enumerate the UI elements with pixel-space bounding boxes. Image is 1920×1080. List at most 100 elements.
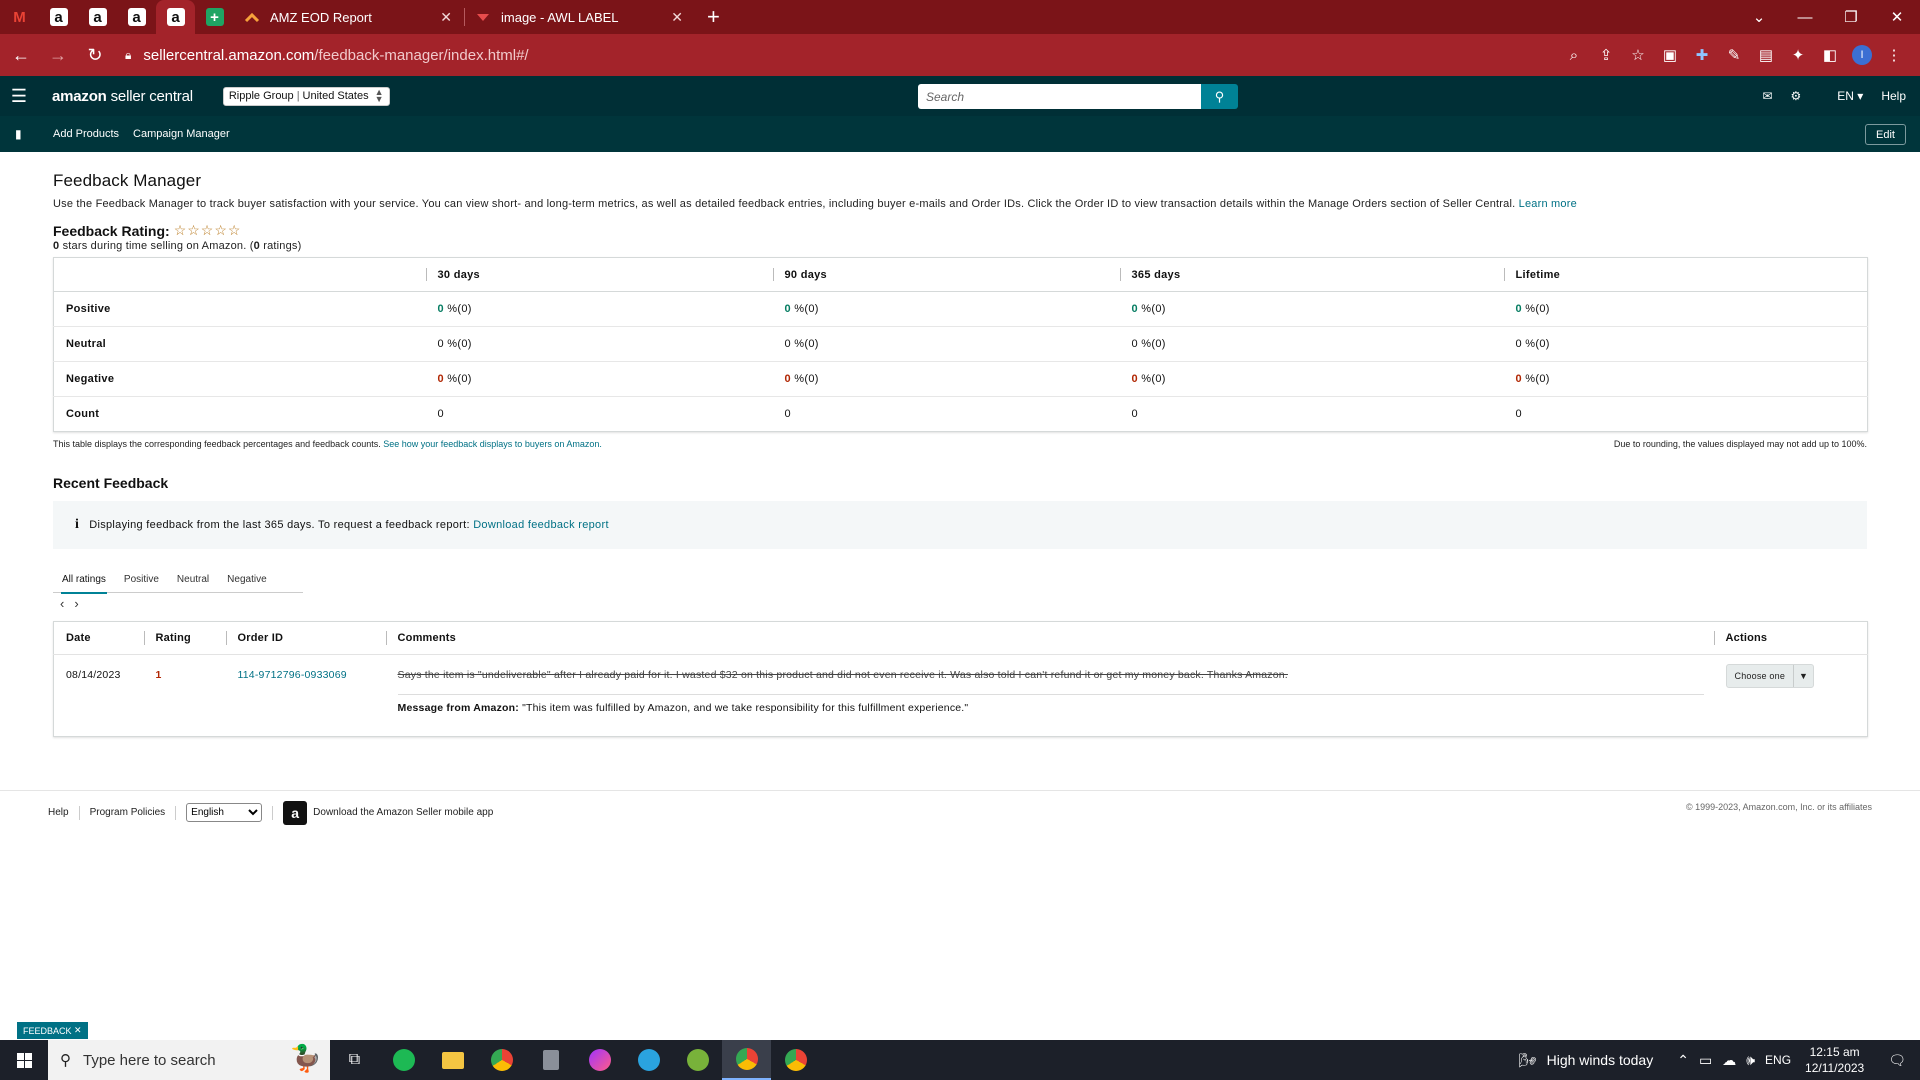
pinned-tab-amazon-active[interactable]: a bbox=[156, 0, 195, 34]
weather-text[interactable]: High winds today bbox=[1547, 1052, 1654, 1068]
chevron-right-icon[interactable]: › bbox=[74, 596, 88, 611]
taskbar-spotify[interactable] bbox=[379, 1040, 428, 1080]
close-window-button[interactable]: ✕ bbox=[1874, 0, 1920, 34]
tab-negative[interactable]: Negative bbox=[218, 565, 275, 593]
pinned-tab-amazon-3[interactable]: a bbox=[117, 0, 156, 34]
notifications-icon[interactable]: 🗨︎ bbox=[1888, 1052, 1906, 1069]
bookmark-star-icon[interactable]: ☆ bbox=[1622, 46, 1654, 64]
learn-more-link[interactable]: Learn more bbox=[1519, 198, 1577, 210]
seller-central-logo[interactable]: amazon seller central bbox=[52, 88, 193, 105]
extension-pen-icon[interactable]: ✎ bbox=[1718, 46, 1750, 64]
task-view-button[interactable]: ⧉ bbox=[330, 1040, 379, 1080]
chevron-down-icon[interactable]: ⌄ bbox=[1736, 0, 1782, 34]
taskbar-calculator[interactable] bbox=[526, 1040, 575, 1080]
account-separator: | bbox=[296, 90, 300, 102]
chevron-left-icon[interactable]: ‹ bbox=[60, 596, 74, 611]
onedrive-cloud-icon[interactable]: ☁ bbox=[1722, 1052, 1736, 1069]
taskbar-chrome-profile-1[interactable] bbox=[722, 1040, 771, 1080]
download-feedback-report-link[interactable]: Download feedback report bbox=[473, 519, 609, 531]
pinned-tab-amazon-1[interactable]: a bbox=[39, 0, 78, 34]
hamburger-menu-icon[interactable]: ☰ bbox=[0, 76, 38, 116]
mail-icon[interactable]: ✉ bbox=[1762, 89, 1772, 103]
stars-count: 0 bbox=[53, 240, 60, 252]
forward-button[interactable]: → bbox=[42, 39, 74, 71]
extension-sheet-icon[interactable]: ▤ bbox=[1750, 46, 1782, 64]
taskbar-utorrent[interactable] bbox=[673, 1040, 722, 1080]
pinned-tab-sheets[interactable]: + bbox=[195, 0, 234, 34]
taskbar-chrome-profile-2[interactable] bbox=[771, 1040, 820, 1080]
message-text: "This item was fulfilled by Amazon, and … bbox=[522, 702, 969, 714]
comments-cell: Says the item is "undeliverable" after I… bbox=[386, 655, 1714, 737]
tray-chevron-up-icon[interactable]: ⌃ bbox=[1677, 1052, 1689, 1069]
utorrent-icon bbox=[686, 1049, 709, 1071]
extensions-puzzle-icon[interactable]: ✦ bbox=[1782, 46, 1814, 64]
language-selector[interactable]: EN ▾ bbox=[1819, 89, 1863, 103]
action-dropdown[interactable]: Choose one ▼ bbox=[1725, 664, 1815, 688]
meet-now-icon[interactable]: ▭ bbox=[1699, 1052, 1712, 1069]
message-label: Message from Amazon: bbox=[397, 702, 519, 714]
input-language[interactable]: ENG bbox=[1765, 1053, 1791, 1067]
logo-main: amazon bbox=[52, 87, 107, 105]
table-note: This table displays the corresponding fe… bbox=[53, 439, 1867, 449]
footer-help-link[interactable]: Help bbox=[48, 807, 69, 818]
bookmark-nav-bar: ▮ Add Products Campaign Manager Edit bbox=[0, 116, 1920, 152]
feedback-display-link[interactable]: See how your feedback displays to buyers… bbox=[383, 439, 602, 449]
settings-gear-icon[interactable]: ⚙ bbox=[1791, 89, 1802, 103]
order-id-cell: 114-9712796-0933069 bbox=[226, 655, 386, 737]
rounding-note: Due to rounding, the values displayed ma… bbox=[1613, 439, 1867, 449]
nav-add-products[interactable]: Add Products bbox=[53, 128, 119, 140]
taskbar-search[interactable]: ⚲ Type here to search 🦆 bbox=[48, 1040, 330, 1080]
tab-neutral[interactable]: Neutral bbox=[168, 565, 218, 593]
tab-image-awl-label[interactable]: image - AWL LABEL ✕ bbox=[465, 0, 695, 34]
profile-avatar[interactable]: I bbox=[1852, 45, 1872, 65]
url-field[interactable]: 🔒︎ sellercentral.amazon.com/feedback-man… bbox=[125, 39, 1605, 71]
close-icon[interactable]: ✕ bbox=[440, 9, 452, 26]
bookmark-icon[interactable]: ▮ bbox=[15, 127, 27, 141]
search-icon: ⚲ bbox=[60, 1052, 71, 1069]
taskbar-file-explorer[interactable] bbox=[428, 1040, 477, 1080]
kebab-menu-icon[interactable]: ⋮ bbox=[1878, 46, 1910, 64]
minimize-button[interactable]: — bbox=[1782, 0, 1828, 34]
back-button[interactable]: ← bbox=[5, 39, 37, 71]
metric-suffix: %(0) bbox=[794, 373, 819, 385]
order-id-link[interactable]: 114-9712796-0933069 bbox=[238, 669, 347, 681]
restore-button[interactable]: ❐ bbox=[1828, 0, 1874, 34]
taskbar-messenger[interactable] bbox=[575, 1040, 624, 1080]
sheets-icon: + bbox=[205, 8, 224, 26]
tab-amz-eod-report[interactable]: AMZ EOD Report ✕ bbox=[234, 0, 464, 34]
taskbar-chrome[interactable] bbox=[477, 1040, 526, 1080]
extension-off-icon[interactable]: ▣ bbox=[1654, 46, 1686, 64]
side-panel-icon[interactable]: ◧ bbox=[1814, 46, 1846, 64]
nav-campaign-manager[interactable]: Campaign Manager bbox=[133, 128, 230, 140]
taskbar-clock[interactable]: 12:15 am 12/11/2023 bbox=[1805, 1044, 1864, 1076]
tab-all-ratings[interactable]: All ratings bbox=[53, 565, 115, 594]
new-tab-button[interactable]: + bbox=[707, 6, 720, 28]
zoom-icon[interactable]: ⌕ bbox=[1558, 47, 1590, 64]
calculator-icon bbox=[542, 1050, 559, 1070]
reload-button[interactable]: ↻ bbox=[79, 39, 111, 71]
edit-bookmarks-button[interactable]: Edit bbox=[1865, 124, 1906, 145]
taskbar-telegram[interactable] bbox=[624, 1040, 673, 1080]
volume-icon[interactable]: 🕪︎ bbox=[1746, 1052, 1755, 1069]
mobile-app-link[interactable]: Download the Amazon Seller mobile app bbox=[313, 807, 493, 818]
close-icon[interactable]: ✕ bbox=[671, 9, 683, 26]
share-icon[interactable]: ⇪ bbox=[1590, 46, 1622, 64]
windows-start-button[interactable] bbox=[0, 1040, 48, 1080]
help-link[interactable]: Help bbox=[1881, 89, 1906, 103]
browser-toolbar-icons: ⌕ ⇪ ☆ ▣ ✚ ✎ ▤ ✦ ◧ I ⋮ bbox=[1558, 34, 1910, 76]
stars-text: stars during time selling on Amazon. ( bbox=[62, 240, 254, 252]
search-input[interactable] bbox=[918, 84, 1201, 109]
metric-value: 0 bbox=[1515, 303, 1522, 315]
feedback-rating-label: Feedback Rating: bbox=[53, 222, 170, 239]
metric-cell: 0 %(0) bbox=[1503, 291, 1868, 327]
footer-policies-link[interactable]: Program Policies bbox=[90, 807, 166, 818]
account-switcher[interactable]: Ripple Group | United States ▲ ▼ bbox=[222, 86, 390, 106]
feedback-widget-button[interactable]: FEEDBACK ✕ bbox=[17, 1022, 88, 1039]
footer-language-select[interactable]: English bbox=[186, 803, 263, 822]
extension-blue-icon[interactable]: ✚ bbox=[1686, 46, 1718, 64]
star-rating-icon: ☆☆☆☆☆ bbox=[173, 222, 242, 238]
search-button[interactable]: ⚲ bbox=[1201, 84, 1238, 109]
pinned-tab-gmail[interactable]: M bbox=[0, 0, 39, 34]
pinned-tab-amazon-2[interactable]: a bbox=[78, 0, 117, 34]
tab-positive[interactable]: Positive bbox=[115, 565, 168, 593]
